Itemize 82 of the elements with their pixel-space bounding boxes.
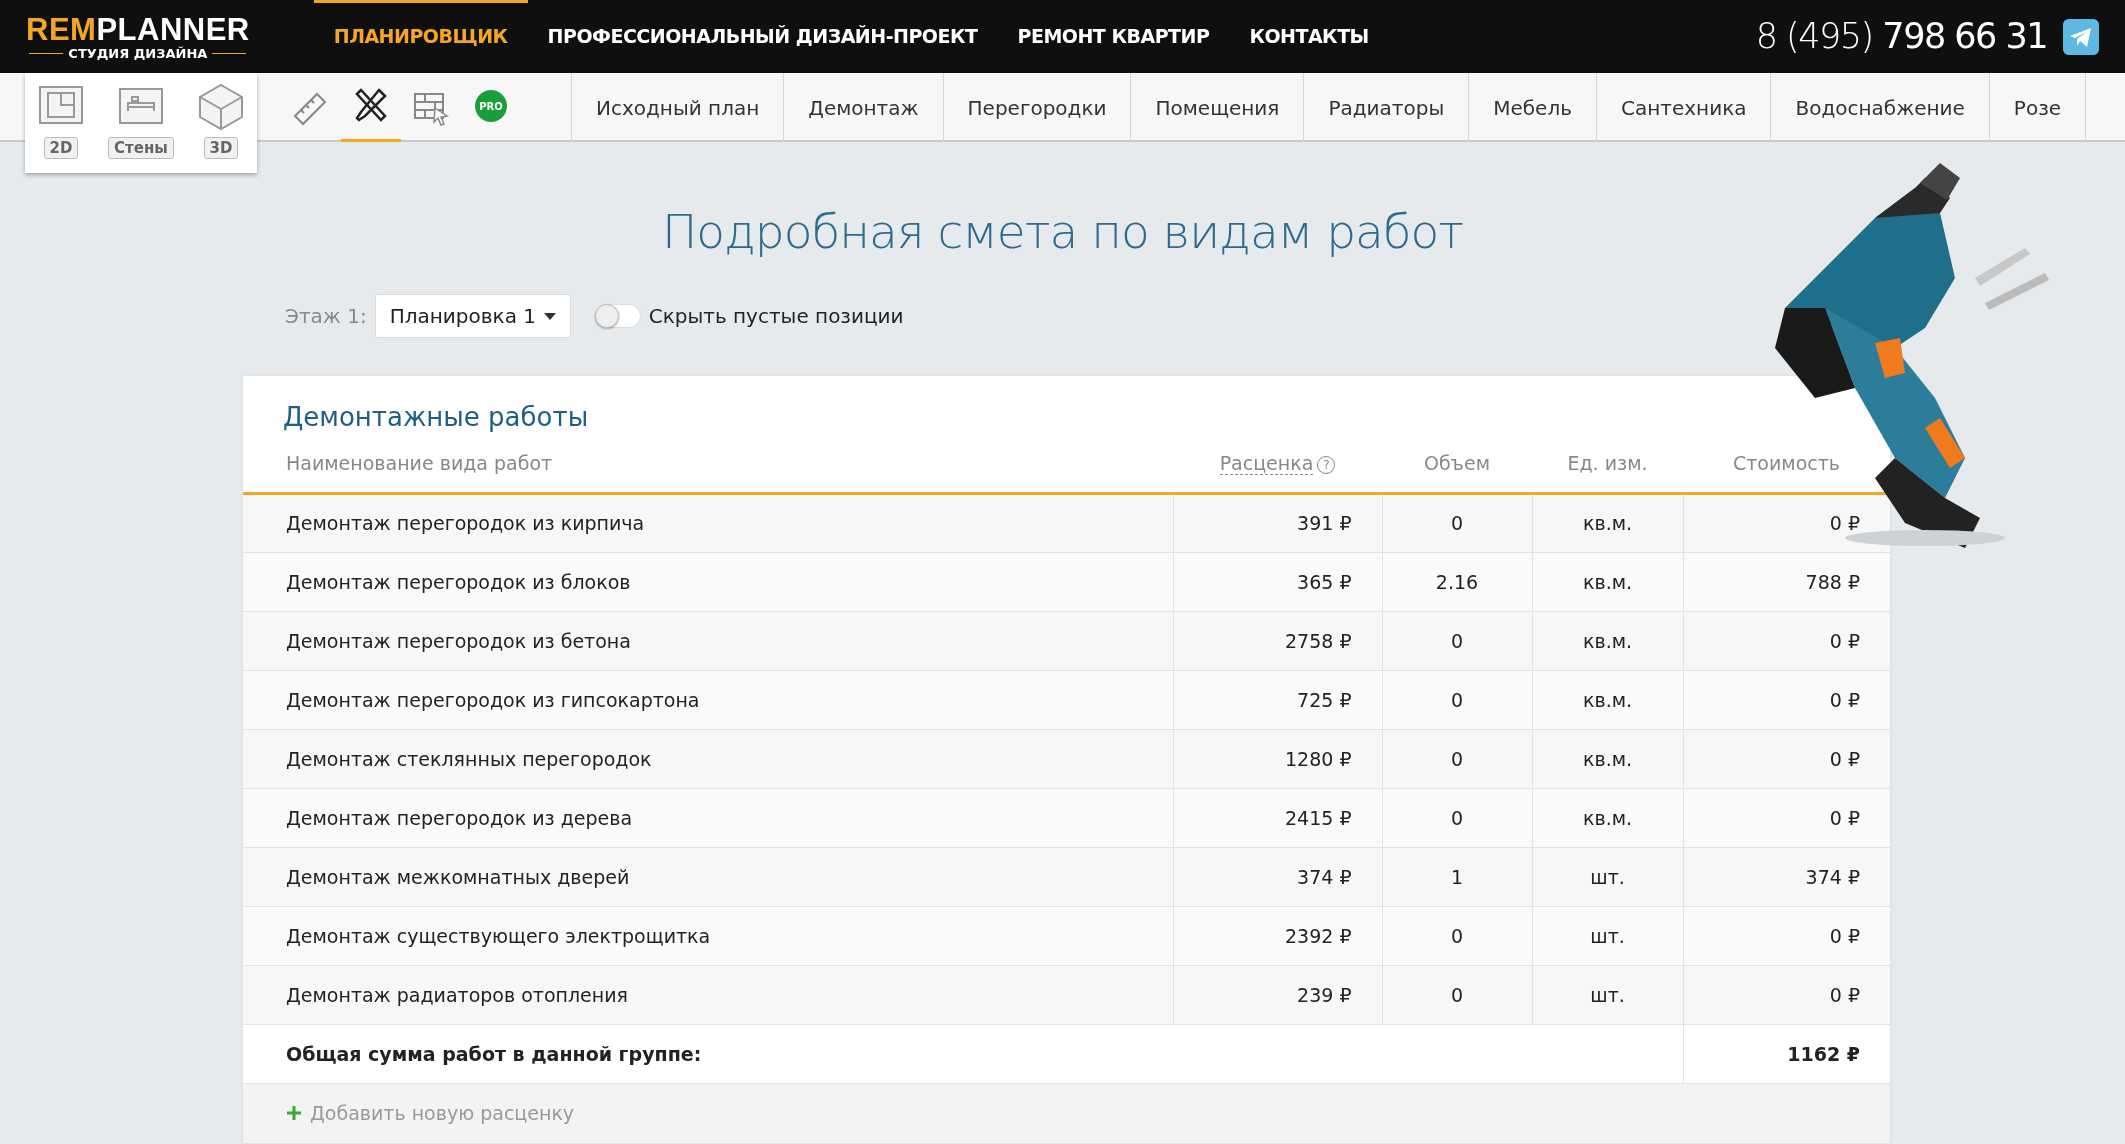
table-cell: 0 [1382, 788, 1532, 848]
logo[interactable]: REMPLANNER СТУДИЯ ДИЗАЙНА [26, 13, 250, 60]
column-header: Стоимость [1733, 452, 1840, 475]
table-cell: 1280 ₽ [1173, 729, 1382, 789]
table-cell: 2758 ₽ [1173, 611, 1382, 671]
table-cell: Демонтаж межкомнатных дверей [243, 847, 1173, 907]
table-cell: кв.м. [1532, 670, 1683, 730]
view-mode-button[interactable]: Стены [108, 81, 174, 173]
page-title: Подробная смета по видам работ [660, 204, 1465, 261]
phone-number: 8 (495) 798 66 31 [1755, 15, 2047, 59]
table-cell: 1 [1382, 847, 1532, 907]
table-cell: 725 ₽ [1173, 670, 1382, 730]
table-cell: Демонтаж перегородок из блоков [243, 552, 1173, 612]
total-value: 1162 ₽ [1683, 1024, 1890, 1084]
column-header: Расценка [1219, 452, 1314, 476]
table-cell: 0 ₽ [1683, 611, 1890, 671]
table-cell: 365 ₽ [1173, 552, 1382, 612]
category-tab[interactable]: Исходный план [571, 73, 785, 142]
category-tab[interactable]: Демонтаж [784, 73, 944, 142]
column-header: Объем [1423, 452, 1491, 475]
table-cell: 0 ₽ [1683, 965, 1890, 1025]
table-cell: 2.16 [1382, 552, 1532, 612]
floor-label: Этаж 1: [285, 303, 367, 331]
table-cell: кв.м. [1532, 493, 1683, 553]
view-mode-button[interactable]: 2D [36, 81, 87, 173]
table-cell: 0 ₽ [1683, 788, 1890, 848]
table-cell: 0 [1382, 670, 1532, 730]
table-cell: кв.м. [1532, 611, 1683, 671]
table-cell: шт. [1532, 847, 1683, 907]
table-cell: 0 [1382, 493, 1532, 553]
table-cell: 374 ₽ [1173, 847, 1382, 907]
category-tab[interactable]: Мебель [1469, 73, 1597, 142]
column-header: Наименование вида работ [286, 452, 553, 475]
table-cell: Демонтаж перегородок из кирпича [243, 493, 1173, 553]
table-cell: 391 ₽ [1173, 493, 1382, 553]
category-tab[interactable]: Водоснабжение [1771, 73, 1990, 142]
table-cell: 0 ₽ [1683, 729, 1890, 789]
caret-icon [543, 312, 556, 320]
tool-button[interactable]: PRO [461, 73, 521, 142]
table-cell: 0 [1382, 906, 1532, 966]
category-tab[interactable]: Сантехника [1596, 73, 1772, 142]
table-cell: кв.м. [1532, 729, 1683, 789]
view-mode-button[interactable]: 3D [195, 81, 246, 173]
category-tab[interactable]: Розе [1989, 73, 2087, 142]
table-cell: Демонтаж перегородок из дерева [243, 788, 1173, 848]
total-label: Общая сумма работ в данной группе: [243, 1024, 1683, 1084]
table-cell: кв.м. [1532, 552, 1683, 612]
nav-link[interactable]: ПРОФЕССИОНАЛЬНЫЙ ДИЗАЙН-ПРОЕКТ [527, 0, 998, 73]
table-cell: 0 ₽ [1683, 906, 1890, 966]
table-cell: 0 [1382, 965, 1532, 1025]
plus-icon [286, 1104, 302, 1121]
view-mode-label: 3D [203, 137, 239, 159]
table-cell: 0 [1382, 729, 1532, 789]
view-mode-label: 2D [43, 137, 79, 159]
table-cell: шт. [1532, 906, 1683, 966]
table-cell: 788 ₽ [1683, 552, 1890, 612]
column-header: Ед. изм. [1567, 452, 1648, 475]
table-cell: шт. [1532, 965, 1683, 1025]
table-cell: Демонтаж стеклянных перегородок [243, 729, 1173, 789]
paper-plane-icon[interactable] [2063, 18, 2099, 55]
category-tab[interactable]: Перегородки [943, 73, 1132, 142]
category-tab[interactable]: Помещения [1131, 73, 1305, 142]
table-cell: 0 ₽ [1683, 670, 1890, 730]
table-cell: 2392 ₽ [1173, 906, 1382, 966]
table-cell: 0 [1382, 611, 1532, 671]
table-cell: Демонтаж перегородок из гипсокартона [243, 670, 1173, 730]
table-cell: 0 ₽ [1683, 493, 1890, 553]
table-cell: Демонтаж радиаторов отопления [243, 965, 1173, 1025]
table-cell: Демонтаж перегородок из бетона [243, 611, 1173, 671]
table-cell: кв.м. [1532, 788, 1683, 848]
category-tab[interactable]: Радиаторы [1304, 73, 1470, 142]
section-title: Демонтажные работы [282, 401, 590, 435]
nav-link[interactable]: КОНТАКТЫ [1229, 0, 1389, 73]
table-cell: 239 ₽ [1173, 965, 1382, 1025]
toggle-label: Скрыть пустые позиции [648, 303, 904, 331]
table-cell: 2415 ₽ [1173, 788, 1382, 848]
view-mode-label: Стены [108, 137, 174, 159]
table-cell: 374 ₽ [1683, 847, 1890, 907]
nav-link[interactable]: РЕМОНТ КВАРТИР [997, 0, 1230, 73]
layout-select[interactable]: Планировка 1 [374, 294, 571, 339]
table-cell: Демонтаж существующего электрощитка [243, 906, 1173, 966]
toggle-switch[interactable] [594, 304, 641, 329]
